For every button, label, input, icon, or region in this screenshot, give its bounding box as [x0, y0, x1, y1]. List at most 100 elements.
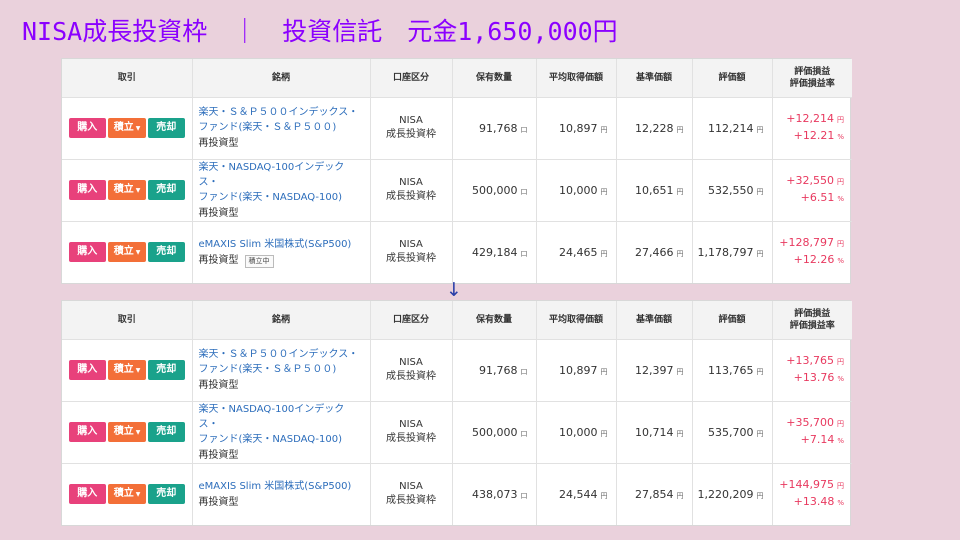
sell-button[interactable]: 売却 — [147, 484, 185, 505]
base-price: 10,651 円 — [616, 159, 693, 222]
avg-price-value: 10,000 — [559, 425, 598, 439]
profit-loss-amount-value: +12,214 — [786, 112, 834, 125]
sell-button[interactable]: 売却 — [147, 242, 185, 263]
profit-loss-rate-value: +12.21 — [793, 129, 835, 142]
base-price-value: 12,397 — [635, 363, 674, 377]
holdings-table-after: 取引 銘柄 口座区分 保有数量 平均取得価額 基準価額 評価額 評価損益 評価損益… — [61, 300, 852, 526]
fund-cell: 楽天・NASDAQ-100インデックス・ ファンド(楽天・NASDAQ-100)… — [192, 159, 371, 222]
fund-name-line2[interactable]: ファンド(楽天・NASDAQ-100) — [199, 190, 364, 205]
fund-name-line1[interactable]: 楽天・Ｓ＆Ｐ５００インデックス・ — [199, 105, 364, 120]
sell-button[interactable]: 売却 — [147, 422, 185, 442]
header-fund: 銘柄 — [192, 301, 371, 340]
qty-unit: 口 — [520, 429, 528, 438]
yen-unit: 円 — [676, 367, 684, 376]
account-type-line2: 成長投資枠 — [386, 129, 436, 140]
account-type-line2: 成長投資枠 — [386, 253, 436, 265]
fund-reinvest-type: 再投資型 — [198, 496, 239, 508]
profit-loss: +32,550 円 +6.51% — [772, 159, 852, 222]
header-pl-line1: 評価損益 — [794, 66, 831, 77]
table-row: 購入 積立 ▼ 売却 eMAXIS Slim 米国株式(S&P500) 再投資型 積立中… — [62, 221, 852, 283]
account-type: NISA 成長投資枠 — [370, 159, 453, 222]
valuation-value: 535,700 — [708, 425, 754, 439]
fund-cell: eMAXIS Slim 米国株式(S&P500) 再投資型 積立中 — [192, 221, 371, 283]
caret-down-icon: ▼ — [135, 125, 141, 132]
buy-button[interactable]: 購入 — [68, 242, 106, 263]
yen-unit: 円 — [676, 249, 684, 258]
header-account: 口座区分 — [370, 59, 453, 98]
header-pl: 評価損益 評価損益率 — [772, 59, 852, 98]
holding-qty: 500,000 口 — [452, 401, 537, 464]
pct-unit: % — [837, 437, 844, 445]
qty-unit: 口 — [520, 491, 528, 500]
account-type: NISA 成長投資枠 — [370, 221, 453, 283]
base-price-value: 10,714 — [635, 425, 674, 439]
accumulate-label: 積立 — [113, 426, 134, 437]
sell-button[interactable]: 売却 — [147, 360, 185, 380]
profit-loss-amount-value: +13,765 — [786, 354, 834, 367]
trade-actions: 購入 積立 ▼ 売却 — [62, 221, 193, 283]
header-account: 口座区分 — [370, 301, 453, 340]
profit-loss-rate: +7.14% — [773, 432, 844, 449]
header-avg: 平均取得価額 — [536, 59, 617, 98]
avg-price: 10,897 円 — [536, 339, 617, 402]
valuation: 1,178,797 円 — [692, 221, 773, 283]
caret-down-icon: ▼ — [135, 429, 141, 436]
buy-button[interactable]: 購入 — [68, 484, 106, 505]
header-qty: 保有数量 — [452, 301, 537, 340]
table-row: 購入 積立 ▼ 売却 eMAXIS Slim 米国株式(S&P500) 再投資型 NI… — [62, 463, 852, 525]
accumulate-button[interactable]: 積立 ▼ — [107, 422, 146, 442]
buy-button[interactable]: 購入 — [68, 180, 106, 200]
accumulate-button[interactable]: 積立 ▼ — [107, 360, 146, 380]
fund-name-line1[interactable]: 楽天・NASDAQ-100インデックス・ — [199, 160, 364, 190]
profit-loss-amount-value: +128,797 — [779, 236, 834, 250]
header-trade: 取引 — [62, 59, 193, 98]
profit-loss-rate-value: +13.76 — [793, 371, 835, 384]
holding-qty: 429,184 口 — [452, 221, 537, 283]
base-price-value: 12,228 — [635, 121, 674, 135]
buy-button[interactable]: 購入 — [68, 422, 106, 442]
account-type: NISA 成長投資枠 — [370, 401, 453, 464]
fund-name-line1[interactable]: 楽天・NASDAQ-100インデックス・ — [199, 402, 364, 432]
fund-name-line2[interactable]: ファンド(楽天・Ｓ＆Ｐ５００) — [199, 120, 364, 135]
valuation: 113,765 円 — [692, 339, 773, 402]
header-value: 評価額 — [692, 301, 773, 340]
avg-price-value: 24,465 — [559, 245, 598, 259]
caret-down-icon: ▼ — [135, 249, 141, 257]
header-pl-line1: 評価損益 — [794, 308, 831, 319]
avg-price-value: 24,544 — [559, 487, 598, 501]
pct-unit: % — [837, 257, 844, 266]
profit-loss-rate-value: +7.14 — [800, 433, 835, 446]
fund-cell: 楽天・Ｓ＆Ｐ５００インデックス・ ファンド(楽天・Ｓ＆Ｐ５００) 再投資型 — [192, 97, 371, 160]
header-fund: 銘柄 — [192, 59, 371, 98]
profit-loss-amount-value: +35,700 — [786, 416, 834, 429]
trade-actions: 購入 積立 ▼ 売却 — [62, 159, 193, 222]
profit-loss-amount: +32,550 円 — [773, 173, 844, 190]
fund-reinvest-type: 再投資型 — [198, 138, 239, 149]
accumulate-button[interactable]: 積立 ▼ — [107, 484, 146, 505]
fund-name-line2[interactable]: ファンド(楽天・NASDAQ-100) — [199, 432, 364, 447]
account-type: NISA 成長投資枠 — [370, 97, 453, 160]
profit-loss-rate: +12.21% — [773, 128, 844, 145]
fund-name-line2[interactable]: ファンド(楽天・Ｓ＆Ｐ５００) — [199, 362, 364, 377]
pct-unit: % — [837, 375, 844, 383]
fund-name-line1[interactable]: eMAXIS Slim 米国株式(S&P500) — [199, 479, 364, 494]
sell-button[interactable]: 売却 — [147, 180, 185, 200]
fund-name-line1[interactable]: 楽天・Ｓ＆Ｐ５００インデックス・ — [199, 347, 364, 362]
fund-name-line1[interactable]: eMAXIS Slim 米国株式(S&P500) — [199, 237, 364, 252]
accumulate-button[interactable]: 積立 ▼ — [107, 118, 146, 138]
header-qty: 保有数量 — [452, 59, 537, 98]
account-type: NISA 成長投資枠 — [370, 463, 453, 525]
avg-price: 24,465 円 — [536, 221, 617, 283]
account-type-line2: 成長投資枠 — [386, 191, 436, 202]
accumulate-label: 積立 — [113, 184, 134, 195]
buy-button[interactable]: 購入 — [68, 118, 106, 138]
base-price-value: 10,651 — [635, 183, 674, 197]
accumulate-button[interactable]: 積立 ▼ — [107, 180, 146, 200]
holding-qty: 438,073 口 — [452, 463, 537, 525]
holding-qty: 500,000 口 — [452, 159, 537, 222]
sell-button[interactable]: 売却 — [147, 118, 185, 138]
holding-qty-value: 91,768 — [479, 121, 518, 135]
buy-button[interactable]: 購入 — [68, 360, 106, 380]
pct-unit: % — [837, 133, 844, 141]
accumulate-button[interactable]: 積立 ▼ — [107, 242, 146, 263]
